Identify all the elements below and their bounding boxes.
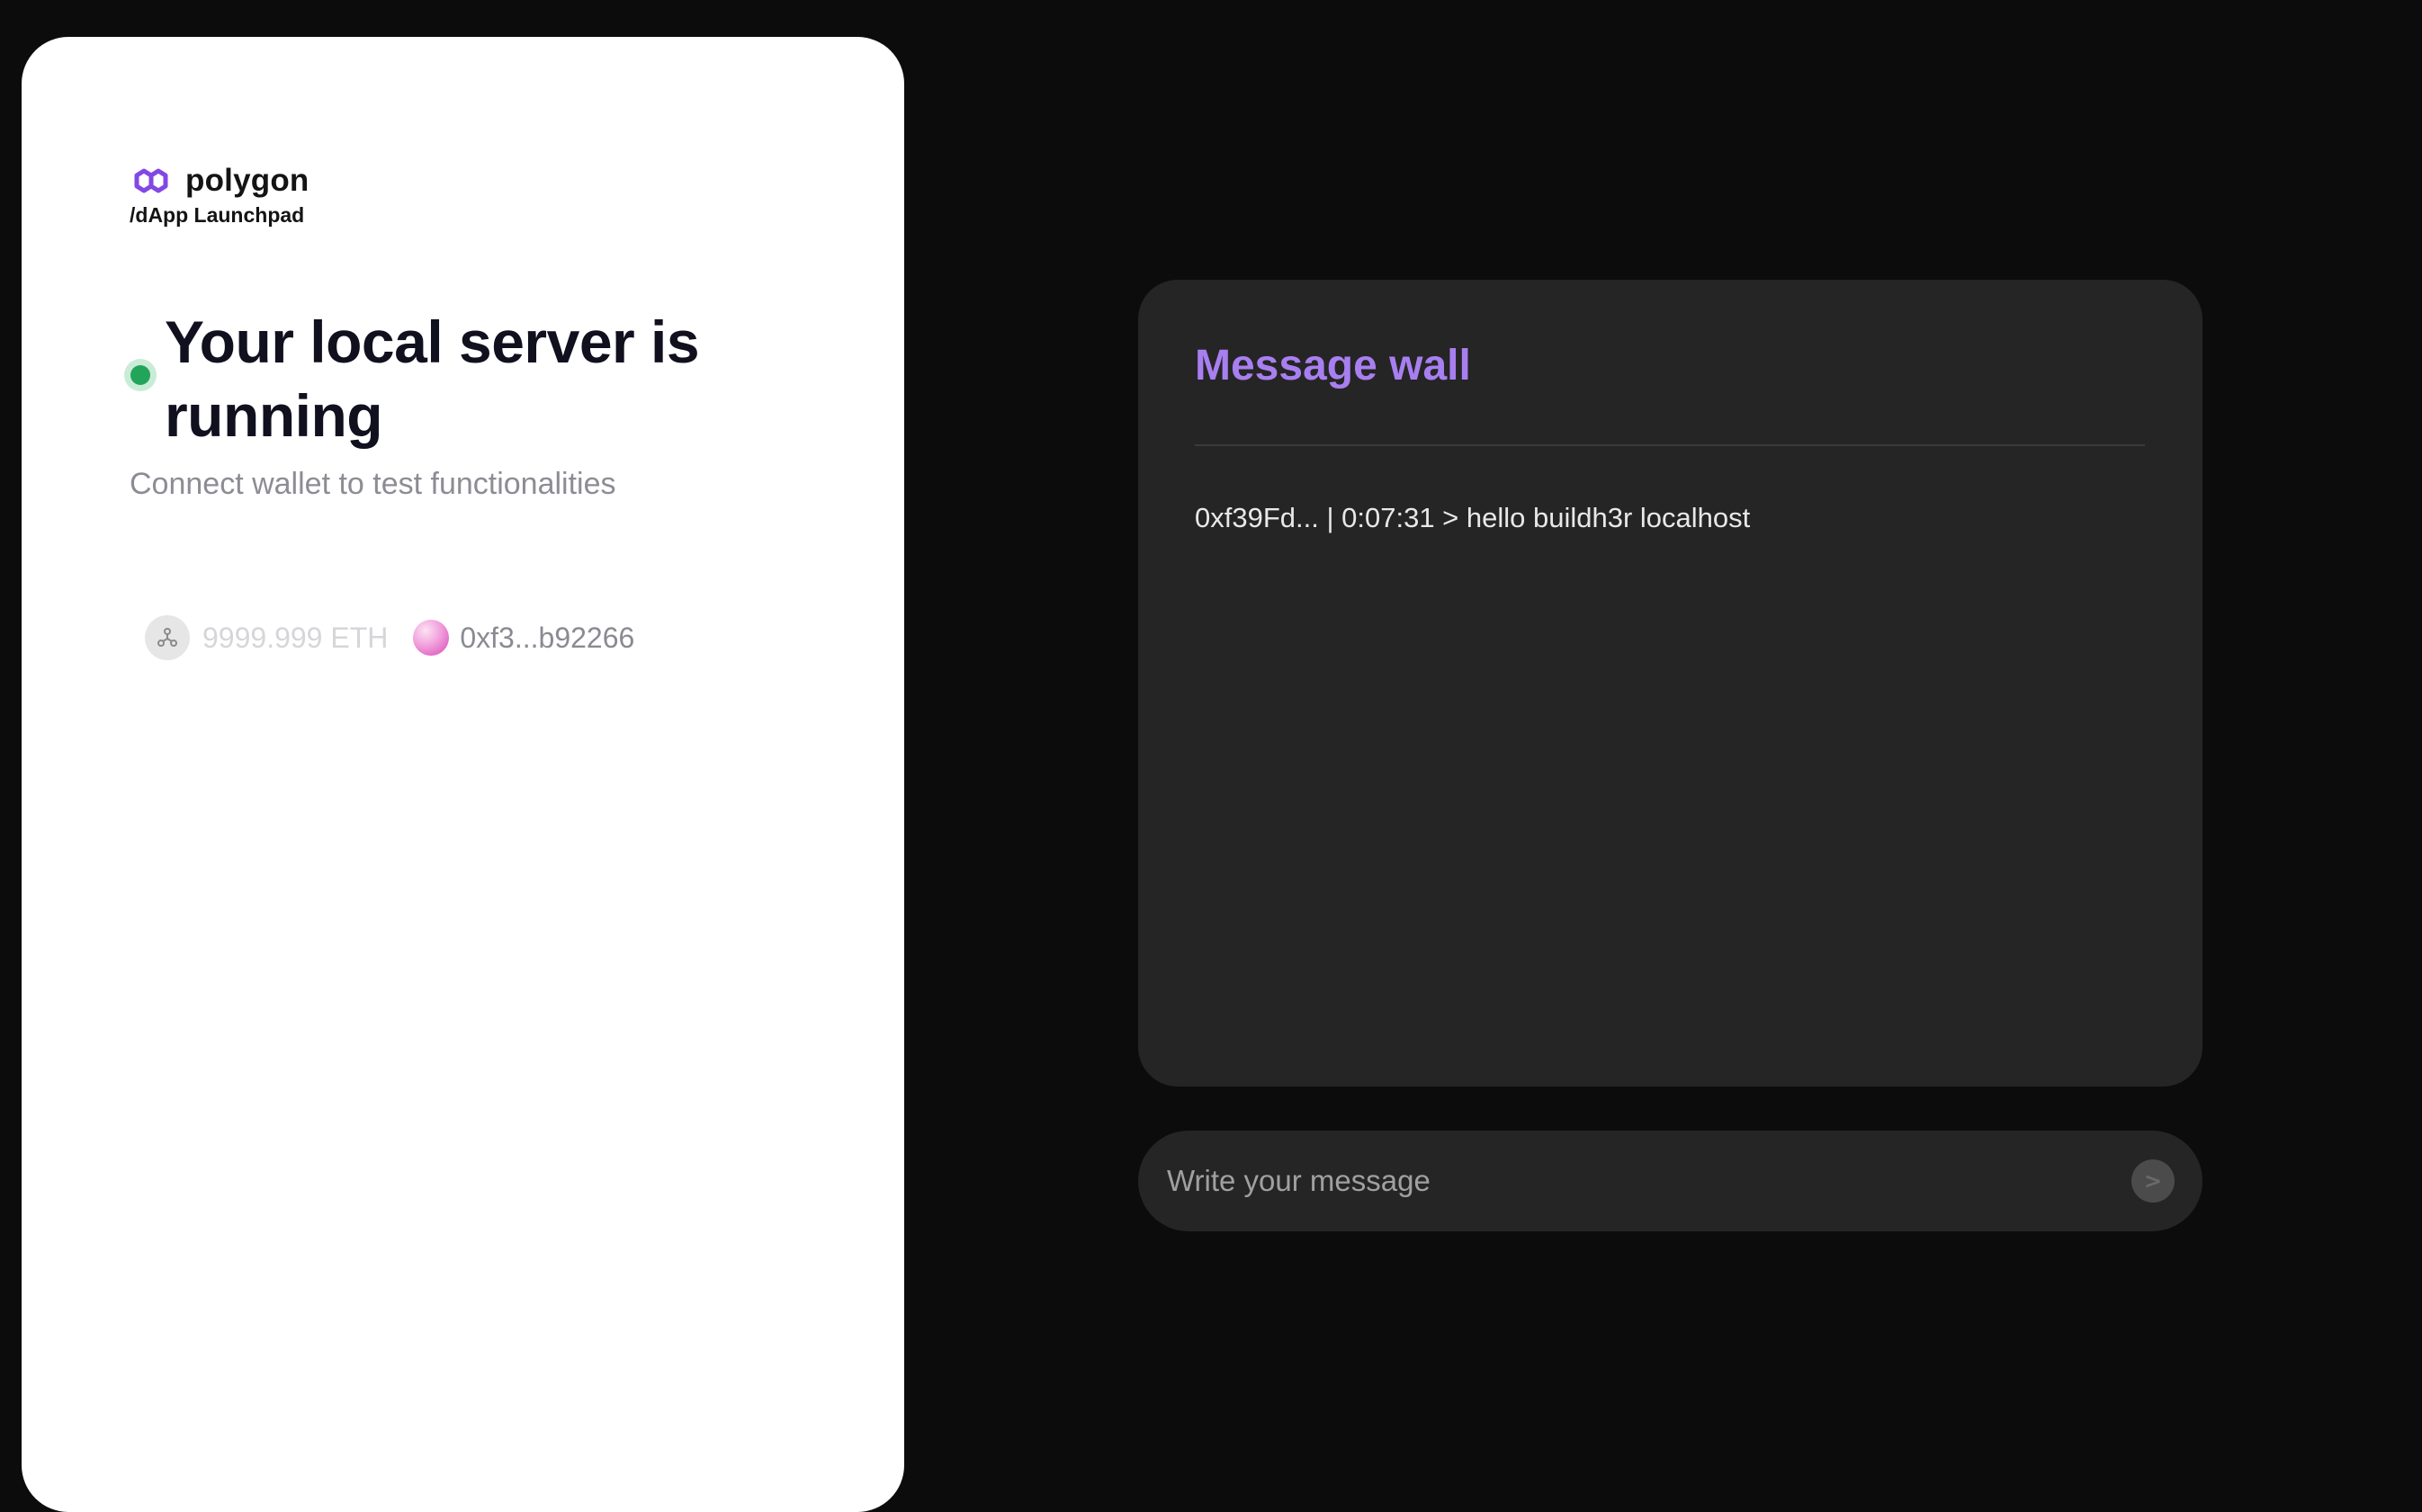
wallet-balance[interactable]: 9999.999 ETH [202, 622, 388, 655]
message-wall: Message wall 0xf39Fd... | 0:07:31 > hell… [1138, 280, 2202, 1087]
brand-row: polygon [133, 163, 309, 199]
server-status-card: polygon /dApp Launchpad Your local serve… [22, 37, 904, 1512]
message-item: 0xf39Fd... | 0:07:31 > hello buildh3r lo… [1195, 502, 1751, 533]
message-input[interactable] [1167, 1154, 2067, 1208]
page-subtitle: Connect wallet to test functionalities [130, 467, 616, 501]
send-button[interactable]: > [2131, 1159, 2175, 1203]
wallet-avatar-icon[interactable] [413, 620, 450, 656]
brand-name: polygon [185, 163, 309, 198]
network-nodes-icon [157, 628, 177, 647]
message-composer: > [1138, 1131, 2202, 1231]
server-status-indicator [124, 359, 157, 391]
divider [1195, 444, 2145, 446]
page-title: Your local server is running [165, 309, 700, 449]
brand-header: polygon /dApp Launchpad [108, 127, 396, 235]
brand-subtitle: /dApp Launchpad [130, 203, 305, 227]
network-icon[interactable] [145, 615, 190, 660]
status-dot-icon [130, 365, 150, 385]
polygon-logo-icon [134, 168, 168, 193]
wallet-info: 9999.999 ETH 0xf3...b92266 [145, 614, 634, 661]
send-arrow-icon: > [2143, 1168, 2163, 1194]
message-list: 0xf39Fd... | 0:07:31 > hello buildh3r lo… [1195, 500, 2145, 536]
message-wall-title: Message wall [1195, 342, 1471, 389]
wallet-address[interactable]: 0xf3...b92266 [460, 622, 634, 655]
